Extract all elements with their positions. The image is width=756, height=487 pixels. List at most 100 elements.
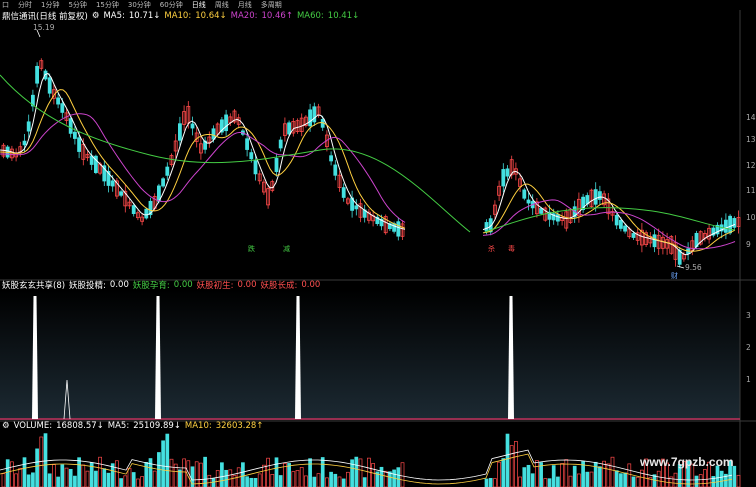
- volume-bar: [316, 473, 321, 487]
- volume-bar: [127, 467, 132, 487]
- candle-body: [26, 121, 31, 132]
- low-price-marker: 9.56: [685, 263, 702, 272]
- volume-bar: [312, 476, 317, 487]
- volume-bar: [47, 473, 52, 487]
- volume-bar: [329, 471, 333, 487]
- volume-bar: [35, 448, 39, 487]
- volume-bar: [278, 475, 283, 487]
- volume-bar: [358, 458, 363, 487]
- volume-bar: [60, 464, 65, 487]
- volume-bar: [169, 458, 174, 487]
- volume-bar: [526, 464, 531, 487]
- volume-bar: [144, 462, 149, 487]
- volume-bar: [614, 470, 619, 487]
- indicator-tick: 1: [746, 375, 751, 384]
- candle-body: [144, 208, 149, 219]
- candle-body: [484, 222, 489, 232]
- volume-bar: [493, 478, 497, 487]
- candle-body: [253, 160, 258, 175]
- candle-body: [77, 137, 81, 152]
- candle-body: [177, 123, 182, 141]
- volume-bar: [509, 445, 514, 487]
- candle-body: [598, 191, 602, 200]
- volume-bar: [577, 473, 581, 487]
- volume-bar: [136, 478, 140, 487]
- volume-bar: [85, 470, 90, 487]
- high-price-marker: 15.19: [33, 23, 55, 32]
- volume-bar: [698, 474, 703, 487]
- candle-body: [501, 169, 506, 187]
- candle-body: [333, 164, 338, 176]
- volume-bar: [287, 463, 291, 487]
- volume-bar: [31, 472, 35, 487]
- candle-body: [619, 219, 623, 229]
- volume-bar: [304, 475, 308, 487]
- candle-body: [732, 218, 737, 228]
- volume-bar: [505, 433, 510, 487]
- signal-marker-b: 减: [283, 244, 290, 253]
- candle-body: [131, 205, 136, 214]
- volume-bar: [102, 468, 107, 487]
- candle-body: [278, 139, 283, 149]
- volume-bar: [39, 436, 44, 487]
- volume-bar: [68, 468, 73, 487]
- volume-bar: [5, 459, 10, 487]
- volume-bar: [10, 461, 14, 487]
- volume-bar: [56, 476, 60, 487]
- volume-bar: [211, 478, 216, 487]
- volume-bar: [232, 475, 237, 487]
- candle-body: [724, 219, 728, 233]
- volume-bar: [610, 456, 615, 487]
- volume-bar: [43, 433, 48, 487]
- ma60-line: [0, 74, 736, 233]
- candle-body: [35, 65, 39, 84]
- volume-bar: [26, 474, 31, 487]
- volume-bar: [207, 474, 212, 487]
- price-tick: 11: [746, 186, 756, 195]
- volume-bar: [257, 473, 262, 487]
- volume-bar: [619, 473, 623, 487]
- volume-bar: [325, 477, 329, 487]
- volume-bar: [694, 475, 699, 487]
- volume-bar: [308, 458, 312, 487]
- volume-bar: [400, 462, 405, 487]
- volume-bar: [94, 470, 98, 487]
- volume-bar: [299, 467, 304, 487]
- volume-bar: [371, 463, 375, 487]
- volume-bar: [270, 474, 275, 487]
- volume-bar: [178, 469, 182, 487]
- volume-bar: [274, 457, 279, 487]
- volume-bar: [333, 473, 338, 487]
- candle-body: [190, 123, 195, 129]
- volume-bar: [115, 460, 119, 487]
- volume-bar: [560, 463, 564, 487]
- volume-bar: [106, 472, 111, 487]
- volume-bar: [522, 467, 527, 487]
- stock-chart-canvas[interactable]: 15.19 9.56 14 13 12 11 10 9 3 2 1 跌 减 杀 …: [0, 0, 756, 487]
- price-tick: 12: [746, 161, 756, 170]
- volume-bar: [598, 466, 602, 487]
- volume-bar: [593, 461, 598, 487]
- candle-body: [245, 138, 250, 150]
- candle-body: [47, 77, 52, 94]
- volume-bar: [388, 471, 392, 487]
- volume-bar: [673, 472, 678, 487]
- volume-bar: [98, 456, 102, 487]
- price-axis-top-label: 14: [746, 113, 756, 122]
- volume-bar: [203, 456, 207, 487]
- volume-bar: [220, 462, 224, 487]
- volume-bar: [262, 464, 266, 487]
- price-tick: 13: [746, 135, 756, 144]
- volume-bar: [77, 457, 81, 487]
- volume-bar: [623, 472, 627, 487]
- candle-body: [631, 233, 636, 238]
- volume-bar: [535, 460, 539, 487]
- candle-body: [623, 225, 627, 232]
- volume-bar: [530, 473, 535, 487]
- volume-bar: [295, 470, 300, 487]
- candle-body: [539, 208, 543, 214]
- volume-bar: [556, 476, 560, 487]
- volume-bar: [585, 471, 590, 487]
- price-tick: 10: [746, 213, 756, 222]
- volume-bar: [488, 478, 493, 487]
